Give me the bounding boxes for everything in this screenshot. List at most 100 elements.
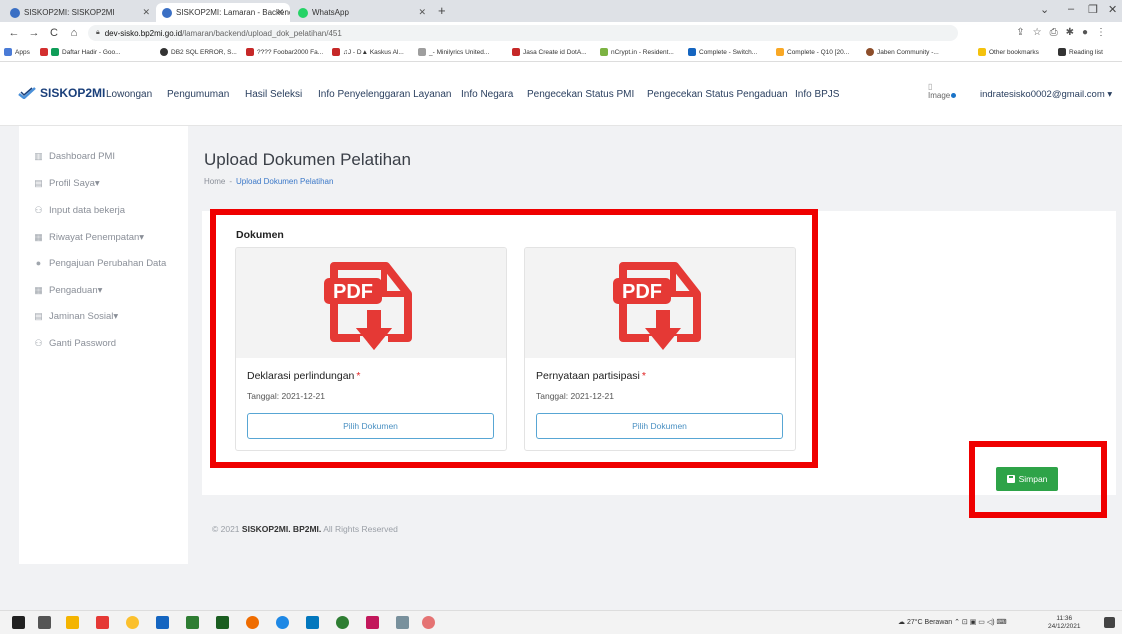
bookmark-item[interactable]: nCrypt.in - Resident...	[600, 48, 674, 56]
bookmark-item[interactable]: Daftar Hadir - Goo...	[40, 48, 121, 56]
url-field[interactable]: 🔒︎ dev-sisko.bp2mi.go.id/lamaran/backend…	[88, 25, 958, 41]
bookmark-item[interactable]: ♫J - D▲ Kaskus Al...	[332, 48, 404, 56]
browser-toolbar-icons[interactable]: ⇪☆⎙✱●⋮	[1016, 27, 1114, 38]
bookmark-item[interactable]: Jasa Create id DotA...	[512, 48, 587, 56]
app-icon[interactable]	[156, 616, 169, 629]
floppy-disk-icon	[1006, 475, 1015, 483]
app-icon[interactable]	[186, 616, 199, 629]
bookmark-label: nCrypt.in - Resident...	[611, 48, 674, 56]
close-icon[interactable]: ✕	[142, 7, 150, 18]
excel-icon[interactable]	[216, 616, 229, 629]
pick-document-button[interactable]: Pilih Dokumen	[247, 413, 494, 439]
document-thumbnail: PDF	[525, 248, 795, 358]
apps-grid-icon	[4, 48, 12, 56]
app-icon[interactable]	[96, 616, 109, 629]
app-icon[interactable]	[422, 616, 435, 629]
logo-check-icon	[18, 87, 36, 99]
sidebar-item-dashboard[interactable]: ▥ Dashboard PMI	[34, 151, 115, 162]
reading-list-icon	[1058, 48, 1066, 56]
browser-tab-active[interactable]: SISKOP2MI: Lamaran - Backend ✕	[156, 3, 290, 22]
task-view-icon[interactable]	[38, 616, 51, 629]
user-menu[interactable]: indratesisko0002@gmail.com ▾	[980, 89, 1112, 100]
forward-icon[interactable]: →	[28, 27, 40, 39]
tab-label: SISKOP2MI: SISKOP2MI	[24, 8, 115, 17]
sidebar-item-label: Pengaduan▾	[49, 285, 103, 296]
page-icon	[600, 48, 608, 56]
notification-icon[interactable]	[1104, 617, 1115, 628]
sidebar-item-pengaduan[interactable]: ▦ Pengaduan▾	[34, 285, 102, 296]
sidebar-item-input-data-bekerja[interactable]: ⚇ Input data bekerja	[34, 205, 125, 216]
breadcrumb-current[interactable]: Upload Dokumen Pelatihan	[236, 177, 333, 186]
bookmark-other[interactable]: Other bookmarks	[978, 48, 1039, 56]
browser-tab[interactable]: SISKOP2MI: SISKOP2MI ✕	[4, 3, 156, 22]
taskbar: ☁︎ 27°C Berawan ⌃ ⊡ ▣ ▭ ◁) ⌨ 11:36 24/12/…	[0, 610, 1122, 634]
weather-icon: ☁︎	[898, 619, 907, 626]
system-tray[interactable]: ☁︎ 27°C Berawan ⌃ ⊡ ▣ ▭ ◁) ⌨	[898, 618, 1007, 626]
page-icon	[866, 48, 874, 56]
footer-brand: SISKOP2MI. BP2MI.	[241, 524, 322, 534]
app-icon[interactable]	[366, 616, 379, 629]
minimize-icon[interactable]: –	[1068, 3, 1074, 15]
vscode-icon[interactable]	[306, 616, 319, 629]
bookmark-reading-list[interactable]: Reading list	[1058, 48, 1103, 56]
bookmark-item[interactable]: ???? Foobar2000 Fa...	[246, 48, 323, 56]
sidebar-item-jaminan-sosial[interactable]: ▤ Jaminan Sosial▾	[34, 311, 118, 322]
nav-info-penyelenggaran[interactable]: Info Penyelenggaran Layanan	[318, 89, 451, 100]
pick-document-button[interactable]: Pilih Dokumen	[536, 413, 783, 439]
sidebar-item-riwayat-penempatan[interactable]: ▦ Riwayat Penempatan▾	[34, 232, 144, 243]
file-explorer-icon[interactable]	[66, 616, 79, 629]
close-window-icon[interactable]: ✕	[1108, 3, 1117, 16]
nav-lowongan[interactable]: Lowongan	[106, 89, 152, 100]
breadcrumb-home[interactable]: Home	[204, 177, 225, 186]
sidebar-item-ganti-password[interactable]: ⚇ Ganti Password	[34, 338, 116, 349]
nav-info-negara[interactable]: Info Negara	[461, 89, 513, 100]
bookmark-label: DB2 SQL ERROR, S...	[171, 48, 237, 56]
chrome-icon[interactable]	[336, 616, 349, 629]
nav-pengecekan-status-pmi[interactable]: Pengecekan Status PMI	[527, 89, 634, 100]
browser-tab-bar: SISKOP2MI: SISKOP2MI ✕ SISKOP2MI: Lamara…	[0, 0, 1122, 22]
bookmark-item[interactable]: Jaben Community -...	[866, 48, 939, 56]
maximize-icon[interactable]: ❐	[1088, 3, 1098, 16]
nav-pengecekan-status-pengaduan[interactable]: Pengecekan Status Pengaduan	[647, 89, 788, 100]
footer: © 2021 SISKOP2MI. BP2MI. All Rights Rese…	[212, 524, 398, 534]
app-icon[interactable]	[246, 616, 259, 629]
clock[interactable]: 11:36 24/12/2021	[1048, 615, 1081, 631]
sidebar-item-label: Riwayat Penempatan▾	[49, 232, 145, 243]
bookmark-label: Apps	[15, 48, 30, 56]
app-icon[interactable]	[396, 616, 409, 629]
bookmark-item[interactable]: DB2 SQL ERROR, S...	[160, 48, 237, 56]
chrome-icon[interactable]	[126, 616, 139, 629]
sidebar-item-profil[interactable]: ▤ Profil Saya▾	[34, 178, 99, 189]
bookmark-item[interactable]: Complete - Q10 [20...	[776, 48, 849, 56]
nav-info-bpjs[interactable]: Info BPJS	[795, 89, 839, 100]
new-tab-icon[interactable]: +	[438, 3, 446, 18]
document-card: PDF Pernyataan partisipasi * Tanggal: 202…	[524, 247, 796, 451]
save-button[interactable]: Simpan	[996, 467, 1058, 491]
weather-text: 27°C Berawan	[906, 619, 953, 626]
browser-tab[interactable]: WhatsApp ✕	[292, 3, 432, 22]
windows-start-icon[interactable]	[12, 616, 25, 629]
avatar[interactable]: ▯ Image	[928, 82, 958, 100]
nav-hasil-seleksi[interactable]: Hasil Seleksi	[245, 89, 302, 100]
bookmark-item[interactable]: _- Minilyrics United...	[418, 48, 489, 56]
bookmark-item[interactable]: Complete - Switch...	[688, 48, 757, 56]
home-icon[interactable]: ⌂	[68, 27, 80, 39]
reload-icon[interactable]: C	[48, 27, 60, 39]
chevron-down-icon[interactable]: ⌄	[1040, 3, 1049, 16]
sidebar-item-label: Jaminan Sosial▾	[49, 311, 119, 322]
bookmark-label: Reading list	[1069, 48, 1103, 56]
close-icon[interactable]: ✕	[276, 7, 284, 18]
online-status-icon	[951, 93, 957, 98]
back-icon[interactable]: ←	[8, 27, 20, 39]
lock-icon: ⚇	[34, 338, 43, 348]
bookmark-label: Complete - Switch...	[699, 48, 758, 56]
bookmark-apps[interactable]: Apps	[4, 48, 30, 56]
clock-time: 11:36	[1056, 615, 1073, 622]
app-icon[interactable]	[276, 616, 289, 629]
close-icon[interactable]: ✕	[418, 7, 426, 18]
nav-pengumuman[interactable]: Pengumuman	[167, 89, 229, 100]
sidebar-item-pengajuan-perubahan[interactable]: ● Pengajuan Perubahan Data	[34, 258, 166, 269]
site-logo[interactable]: SISKOP2MI	[18, 86, 105, 100]
bookmark-label: ♫J - D▲ Kaskus Al...	[343, 48, 404, 56]
pdf-download-icon: PDF	[324, 262, 412, 350]
